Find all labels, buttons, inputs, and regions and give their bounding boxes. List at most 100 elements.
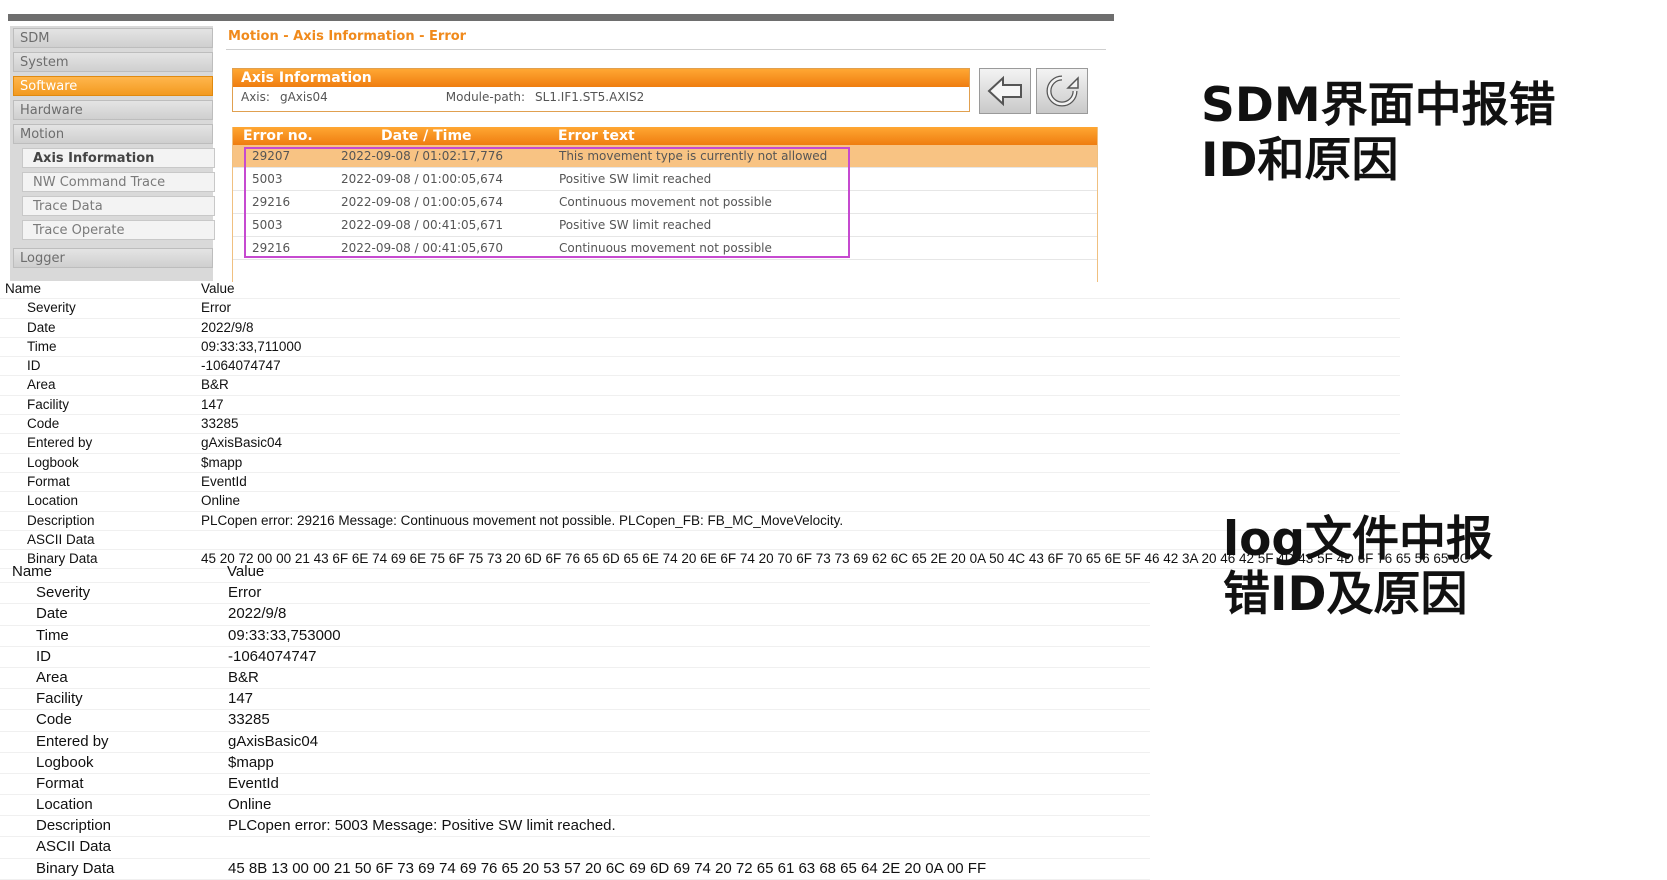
row-name: Facility	[27, 396, 70, 412]
nav-sub-trace-operate[interactable]: Trace Operate	[22, 220, 215, 240]
row-name: Area	[27, 377, 56, 393]
row-name: Facility	[36, 690, 83, 708]
row-value: Online	[228, 796, 272, 814]
nav-sub-trace-data[interactable]: Trace Data	[22, 196, 215, 216]
row-value: B&R	[228, 668, 259, 686]
row-name: Code	[36, 711, 72, 729]
log-annotation: log文件中报 错ID及原因	[1223, 512, 1493, 622]
row-value: 33285	[228, 711, 270, 729]
row-name: Entered by	[36, 732, 109, 750]
log-table-1: Name Value Severity Error Date 2022/9/8 Ti…	[0, 280, 1469, 570]
table-row: Binary Data 45 8B 13 00 00 21 50 6F 73 69…	[0, 859, 1150, 880]
row-name: Time	[36, 626, 69, 644]
axis-value: gAxis04	[279, 90, 328, 104]
row-name: Format	[36, 774, 84, 792]
row-value: 2022/9/8	[201, 319, 254, 335]
table-row: Time 09:33:33,711000	[0, 338, 1400, 358]
table-row: Code 33285	[0, 415, 1400, 435]
row-name: Description	[36, 817, 112, 835]
row-value: $mapp	[228, 753, 274, 771]
table-row: ASCII Data	[0, 837, 1150, 859]
row-name: ID	[27, 358, 41, 374]
row-value: Error	[228, 584, 262, 602]
table-header: Name Value	[0, 280, 1400, 300]
sdm-top-bar	[8, 14, 1114, 21]
page-title: Motion - Axis Information - Error	[228, 29, 467, 44]
nav-item-sdm[interactable]: SDM	[13, 28, 213, 48]
row-value: 09:33:33,711000	[201, 338, 302, 354]
nav-sub-nw-command-trace[interactable]: NW Command Trace	[22, 172, 215, 192]
table-row: ASCII Data	[0, 531, 1400, 551]
axis-panel-title: Axis Information	[233, 69, 969, 87]
row-value: B&R	[201, 377, 229, 393]
module-path-label: Module-path:	[445, 90, 526, 104]
row-value: PLCopen error: 29216 Message: Continuous…	[201, 512, 844, 528]
row-name: ASCII Data	[27, 531, 95, 547]
row-value: 2022/9/8	[228, 605, 287, 623]
table-row: Logbook $mapp	[0, 454, 1400, 473]
row-value: $mapp	[201, 454, 243, 470]
row-name: ID	[36, 647, 51, 665]
table-row: ID -1064074747	[0, 647, 1150, 668]
header-error-text: Error text	[558, 128, 635, 144]
row-name: Area	[36, 668, 68, 686]
table-row: Location Online	[0, 492, 1400, 512]
module-path-value: SL1.IF1.ST5.AXIS2	[535, 90, 645, 104]
table-row: Area B&R	[0, 376, 1400, 396]
row-name: Severity	[36, 584, 91, 602]
row-name: ASCII Data	[36, 838, 112, 856]
refresh-icon	[1046, 75, 1079, 107]
row-name: Description	[27, 512, 95, 528]
nav-item-software[interactable]: Software	[13, 76, 213, 96]
row-name: Severity	[27, 300, 76, 316]
refresh-button[interactable]	[1036, 68, 1088, 114]
row-name: Time	[27, 338, 57, 354]
arrow-left-icon	[987, 75, 1022, 107]
row-value: EventId	[228, 774, 279, 792]
row-value: 33285	[201, 416, 239, 432]
table-header: Name Value	[0, 562, 1150, 584]
table-row: Facility 147	[0, 396, 1400, 416]
axis-label: Axis:	[241, 90, 270, 104]
header-name: Name	[5, 281, 42, 296]
error-highlight-box	[244, 147, 850, 258]
row-name: Location	[27, 493, 79, 509]
table-row: Format EventId	[0, 774, 1150, 796]
sdm-annotation-line-2: ID和原因	[1201, 132, 1399, 188]
table-row: ID -1064074747	[0, 357, 1400, 377]
header-date-time: Date / Time	[381, 128, 472, 144]
row-name: Date	[36, 605, 68, 623]
table-row: Logbook $mapp	[0, 753, 1150, 774]
back-button[interactable]	[979, 68, 1031, 114]
row-value: -1064074747	[201, 358, 281, 374]
title-divider	[226, 49, 1106, 50]
row-value: EventId	[201, 473, 247, 489]
row-value: 09:33:33,753000	[228, 626, 341, 644]
nav-item-motion[interactable]: Motion	[13, 124, 213, 144]
row-value: gAxisBasic04	[201, 435, 283, 451]
table-row: Area B&R	[0, 668, 1150, 690]
log-table-2: Name Value Severity Error Date 2022/9/8 Ti…	[0, 562, 1150, 880]
sdm-sidebar: SDM System Software Hardware Motion Axis…	[10, 26, 215, 281]
table-row: Time 09:33:33,753000	[0, 626, 1150, 647]
header-error-no: Error no.	[243, 128, 313, 144]
row-name: Location	[36, 796, 93, 814]
row-value: PLCopen error: 5003 Message: Positive SW…	[228, 817, 616, 835]
header-name: Name	[12, 563, 53, 580]
row-value: Error	[201, 300, 231, 316]
nav-item-hardware[interactable]: Hardware	[13, 100, 213, 120]
table-row: Description PLCopen error: 5003 Message: …	[0, 816, 1150, 838]
row-name: Logbook	[27, 454, 79, 470]
nav-sub-axis-information[interactable]: Axis Information	[22, 148, 215, 168]
header-value: Value	[201, 281, 235, 296]
error-table-header: Error no. Date / Time Error text	[233, 127, 1097, 145]
row-value: -1064074747	[228, 647, 317, 665]
nav-item-system[interactable]: System	[13, 52, 213, 72]
table-row: Entered by gAxisBasic04	[0, 434, 1400, 454]
row-value: gAxisBasic04	[228, 732, 319, 750]
table-row: Location Online	[0, 795, 1150, 817]
sdm-annotation-line-1: SDM界面中报错	[1201, 78, 1556, 133]
axis-information-panel: Axis Information Axis: gAxis04 Module-path…	[232, 68, 970, 112]
axis-panel-row: Axis: gAxis04 Module-path: SL1.IF1.ST5.AXIS…	[233, 87, 969, 107]
nav-item-logger[interactable]: Logger	[13, 248, 213, 268]
